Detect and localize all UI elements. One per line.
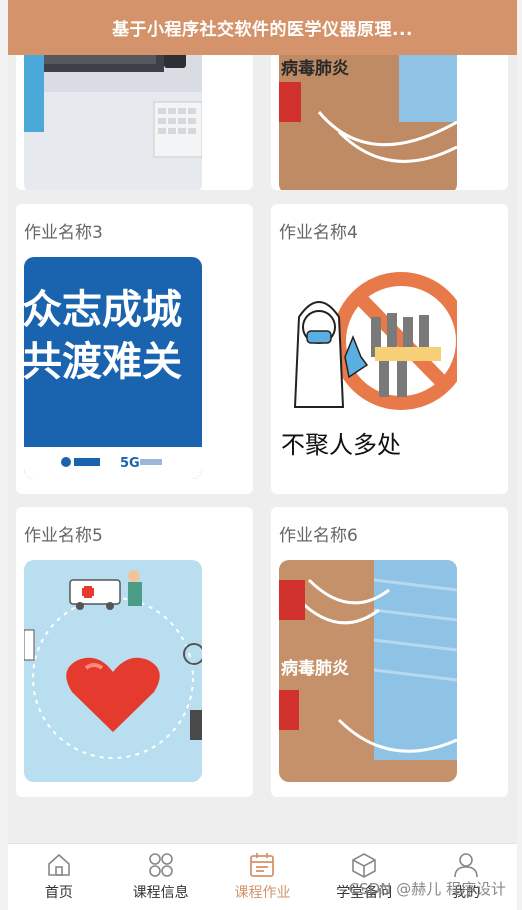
no-gathering-image: 不聚人多处 [279, 257, 457, 479]
box-icon [352, 853, 377, 878]
tab-label: 学堂备问 [336, 885, 393, 901]
tab-label: 我的 [452, 885, 481, 901]
tab-mine[interactable]: 我的 [415, 844, 517, 910]
no-gathering-caption: 不聚人多处 [281, 431, 401, 459]
mask-caption: 病毒肺炎 [281, 658, 349, 679]
tab-course-homework[interactable]: 课程作业 [212, 844, 314, 910]
homework-title-6: 作业名称6 [279, 526, 358, 546]
page-title: 基于小程序社交软件的医学仪器原理... [112, 20, 413, 40]
page-header: 基于小程序社交软件的医学仪器原理... [8, 0, 517, 55]
health-heart-image [24, 560, 202, 782]
tab-home[interactable]: 首页 [8, 844, 110, 910]
poster-line-2: 共渡难关 [24, 339, 182, 385]
homework-thumbnail-5[interactable] [24, 560, 202, 782]
tab-course-info[interactable]: 课程信息 [110, 844, 212, 910]
homework-title-4: 作业名称4 [279, 223, 358, 243]
homework-thumbnail-6[interactable]: 病毒肺炎 [279, 560, 457, 782]
user-icon [454, 853, 478, 878]
homework-thumbnail-4[interactable]: 不聚人多处 [279, 257, 457, 479]
mask-pneumonia-image: 病毒肺炎 [279, 560, 457, 782]
tab-study-qa[interactable]: 学堂备问 [313, 844, 415, 910]
grid-icon [148, 853, 173, 877]
svg-text:5G: 5G [120, 456, 140, 471]
homework-thumbnail-3[interactable]: 众志成城 共渡难关 5G [24, 257, 202, 479]
mask-caption: 病毒肺炎 [281, 58, 349, 79]
tab-label: 首页 [44, 885, 73, 901]
bottom-tab-bar: 首页 课程信息 课程作业 学堂备问 我的 [8, 843, 517, 910]
homework-card-3[interactable]: 作业名称3 众志成城 共渡难关 5G [16, 204, 253, 494]
homework-card-4[interactable]: 作业名称4 不聚人多处 [271, 204, 508, 494]
poster-line-1: 众志成城 [24, 287, 182, 333]
homework-title-3: 作业名称3 [24, 223, 103, 243]
poster-unite-image: 众志成城 共渡难关 5G [24, 257, 202, 479]
homework-card-5[interactable]: 作业名称5 [16, 507, 253, 797]
tab-label: 课程作业 [234, 885, 291, 901]
tab-label: 课程信息 [132, 885, 189, 901]
home-icon [48, 853, 70, 876]
homework-title-5: 作业名称5 [24, 526, 103, 546]
homework-grid: 病毒肺炎 作业名称3 众志成城 共渡难关 5G 作业名称4 不聚人多处 作业名称… [8, 0, 517, 843]
homework-card-6[interactable]: 作业名称6 病毒肺炎 [271, 507, 508, 797]
calendar-icon [250, 853, 275, 877]
